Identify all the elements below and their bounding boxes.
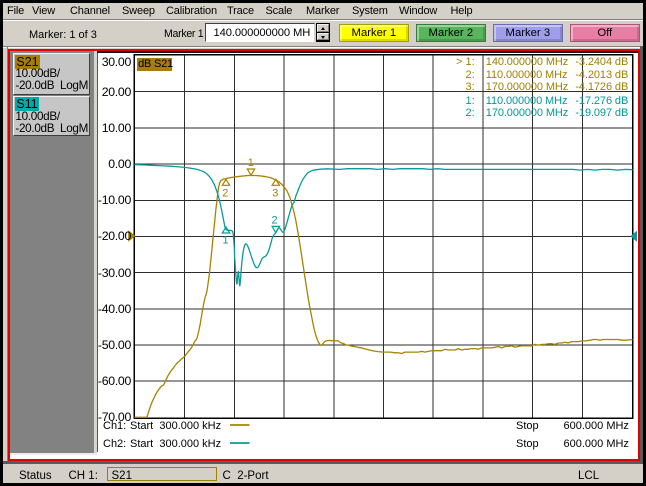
svg-text:3: 3 — [272, 187, 278, 199]
svg-text:1: 1 — [248, 157, 254, 169]
svg-text:2: 2 — [272, 214, 278, 226]
svg-text:1: 1 — [223, 235, 229, 247]
svg-text:2: 2 — [222, 187, 228, 199]
